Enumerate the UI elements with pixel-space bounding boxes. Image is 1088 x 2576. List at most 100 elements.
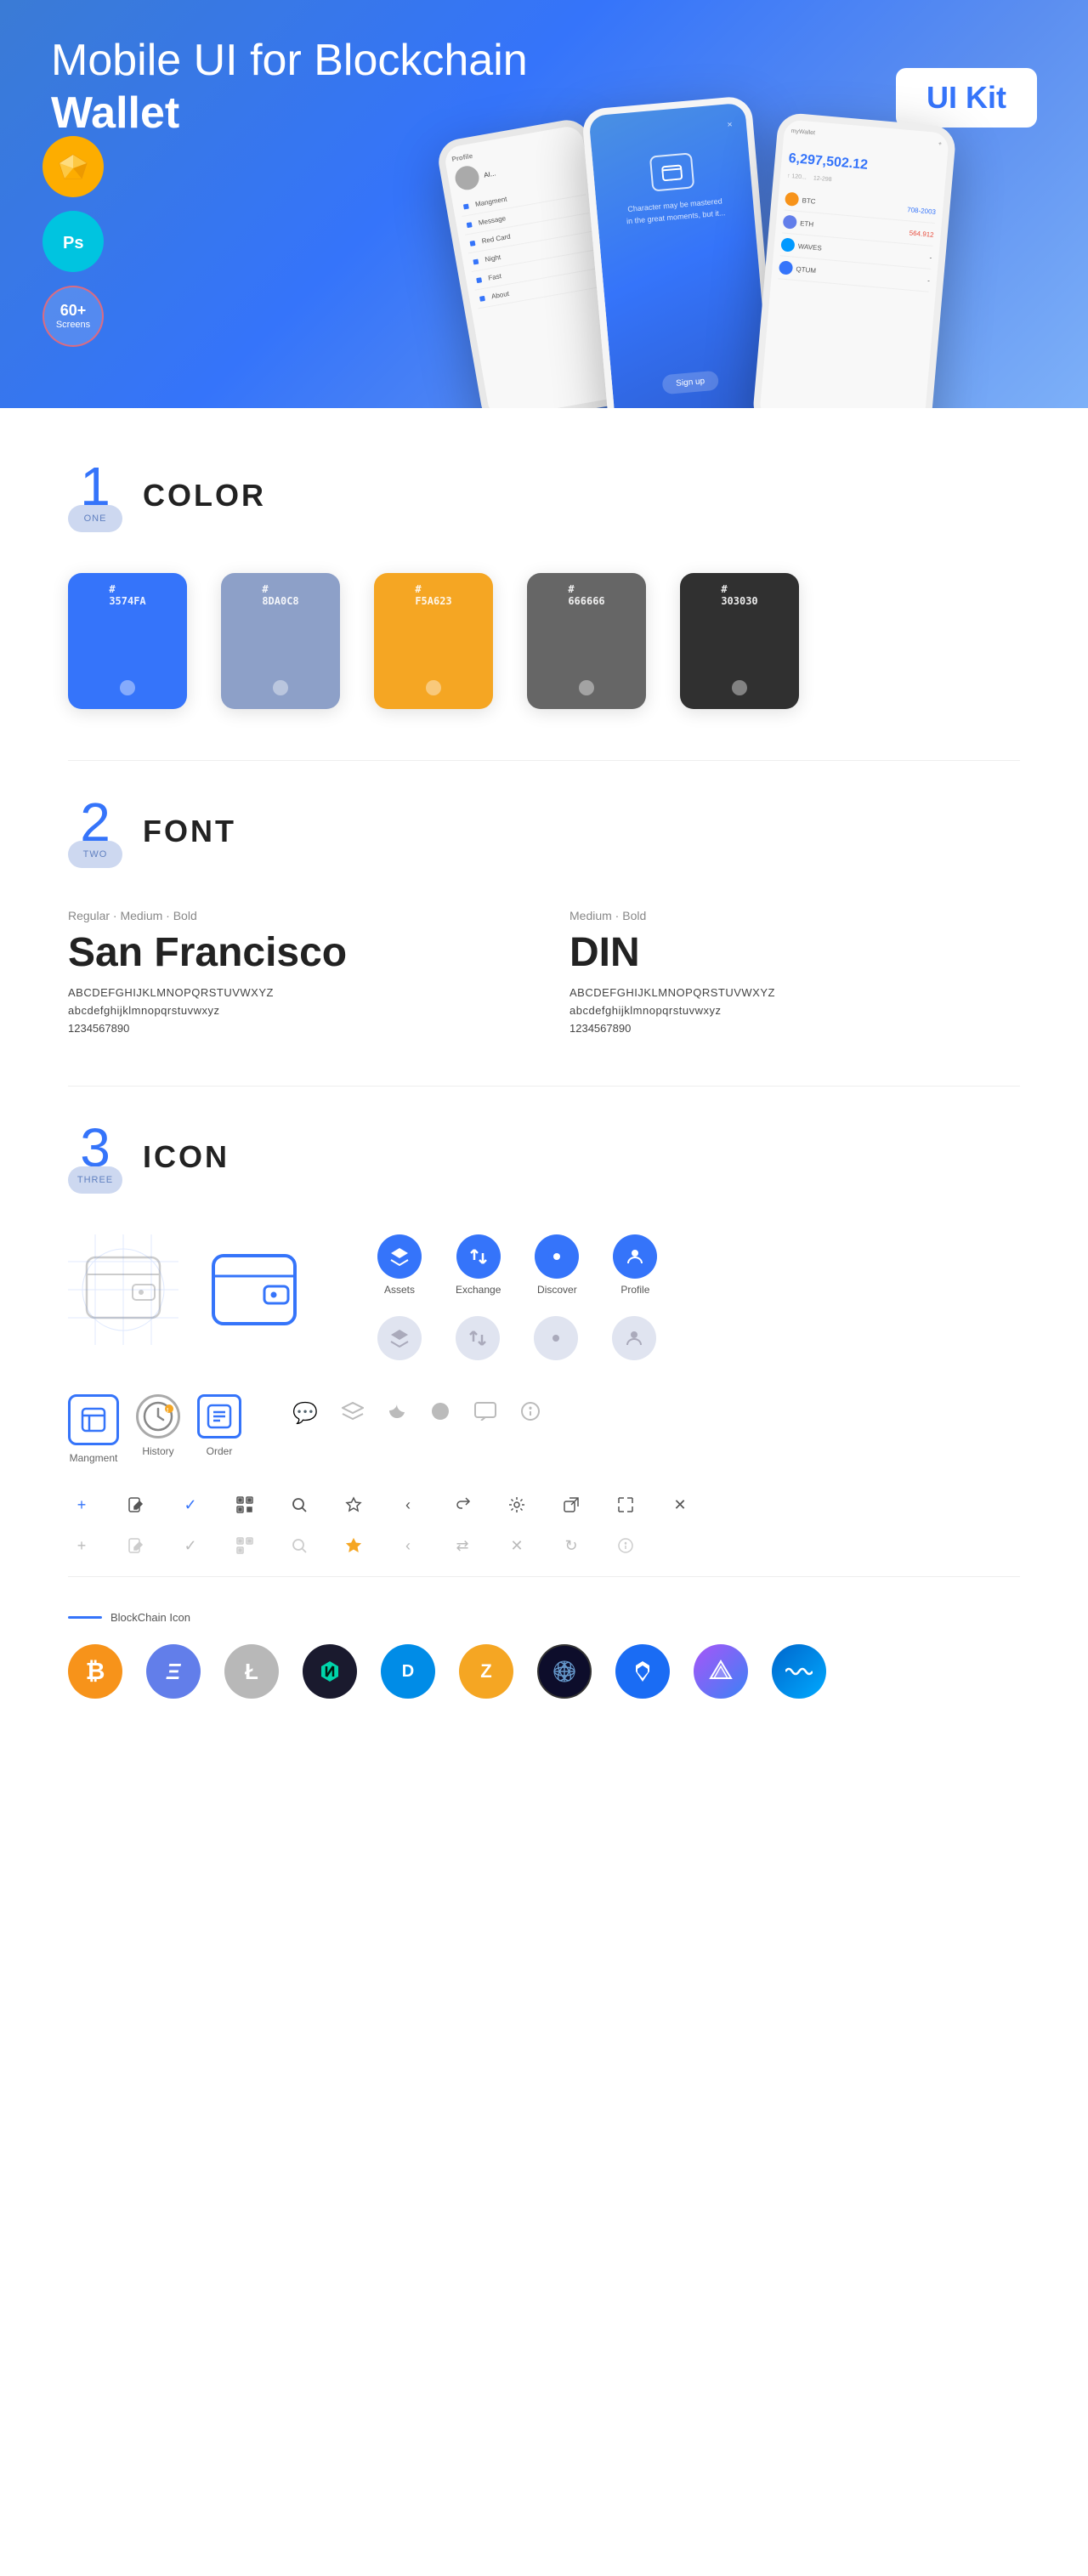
chat-icon: 💬: [292, 1401, 318, 1426]
search-icon-gray: [286, 1532, 313, 1559]
redo-icon-gray: ↻: [558, 1532, 585, 1559]
blockchain-line: [68, 1616, 102, 1619]
management-box: [68, 1394, 119, 1445]
qr-icon[interactable]: [231, 1491, 258, 1518]
star-icon[interactable]: [340, 1491, 367, 1518]
icon-wireframe-container: [68, 1234, 178, 1345]
color-swatch-amber[interactable]: #F5A623: [374, 573, 493, 709]
font-grid: Regular · Medium · Bold San Francisco AB…: [68, 909, 1020, 1035]
nav-icon-assets[interactable]: Assets: [377, 1234, 422, 1296]
nav-icon-exchange[interactable]: Exchange: [456, 1234, 501, 1296]
document-edit-icon[interactable]: [122, 1491, 150, 1518]
nav-icon-profile-gray: [612, 1316, 656, 1360]
discover-circle-gray: [534, 1316, 578, 1360]
icon-row-2: Mangment ! History: [68, 1394, 1020, 1464]
color-swatch-dark[interactable]: #303030: [680, 573, 799, 709]
order-box: [197, 1394, 241, 1438]
exchange-label: Exchange: [456, 1284, 501, 1296]
back-icon[interactable]: ‹: [394, 1491, 422, 1518]
management-label: Mangment: [70, 1452, 118, 1464]
circle-icon: [430, 1401, 450, 1426]
assets-label: Assets: [384, 1284, 415, 1296]
icon-small-row-2: + ✓: [68, 1532, 1020, 1559]
moon-icon: [388, 1401, 406, 1426]
font2-name: DIN: [570, 929, 1020, 976]
x-icon-gray: ✕: [503, 1532, 530, 1559]
icon-grid-top: Assets Exchange: [68, 1234, 1020, 1360]
settings-icon[interactable]: [503, 1491, 530, 1518]
font2-uppercase: ABCDEFGHIJKLMNOPQRSTUVWXYZ: [570, 986, 1020, 999]
search-icon[interactable]: [286, 1491, 313, 1518]
bitcoin-icon[interactable]: ₿: [68, 1644, 122, 1699]
expand-icon[interactable]: [612, 1491, 639, 1518]
assets-circle-gray: [377, 1316, 422, 1360]
plus-icon[interactable]: +: [68, 1491, 95, 1518]
phone-center: ✕ Character may be mastered in the great…: [581, 95, 779, 408]
sketch-badge: [42, 136, 104, 197]
nav-icon-discover[interactable]: Discover: [535, 1234, 579, 1296]
close-icon[interactable]: ✕: [666, 1491, 694, 1518]
discover-label: Discover: [537, 1284, 577, 1296]
profile-circle: [613, 1234, 657, 1279]
external-link-icon[interactable]: [558, 1491, 585, 1518]
waves-icon[interactable]: [772, 1644, 826, 1699]
icon-number-label: THREE: [68, 1166, 122, 1194]
icon-section-header: 3 THREE ICON: [68, 1121, 1020, 1194]
font2-lowercase: abcdefghijklmnopqrstuvwxyz: [570, 1004, 1020, 1017]
nav-icon-assets-gray: [377, 1316, 422, 1360]
color-number-label: ONE: [68, 505, 122, 532]
icon-management[interactable]: Mangment: [68, 1394, 119, 1464]
document-edit-icon-gray: [122, 1532, 150, 1559]
history-box: !: [136, 1394, 180, 1438]
dash-icon[interactable]: D: [381, 1644, 435, 1699]
hero-section: Mobile UI for Blockchain Wallet UI Kit P…: [0, 0, 1088, 408]
color-swatch-gray[interactable]: #666666: [527, 573, 646, 709]
svg-text:!: !: [167, 1408, 168, 1414]
font2-numbers: 1234567890: [570, 1022, 1020, 1035]
nav-icon-profile[interactable]: Profile: [613, 1234, 657, 1296]
screens-label: Screens: [56, 320, 90, 330]
color-swatch-blue[interactable]: #3574FA: [68, 573, 187, 709]
icon-order[interactable]: Order: [197, 1394, 241, 1457]
message-icon: [474, 1402, 496, 1425]
font-san-francisco: Regular · Medium · Bold San Francisco AB…: [68, 909, 518, 1035]
hero-title-bold: Wallet: [51, 88, 179, 138]
share-icon[interactable]: [449, 1491, 476, 1518]
font1-lowercase: abcdefghijklmnopqrstuvwxyz: [68, 1004, 518, 1017]
zcash-icon[interactable]: Z: [459, 1644, 513, 1699]
exchange-circle-gray: [456, 1316, 500, 1360]
font-section-title: FONT: [143, 814, 236, 849]
ps-badge: Ps: [42, 211, 104, 272]
ethereum-icon[interactable]: Ξ: [146, 1644, 201, 1699]
color-section-title: COLOR: [143, 478, 266, 513]
prism-icon[interactable]: [694, 1644, 748, 1699]
screens-badge: 60+ Screens: [42, 286, 104, 347]
font-section-number: 2 TWO: [68, 795, 122, 868]
svg-text:Ps: Ps: [63, 234, 83, 252]
font-section-header: 2 TWO FONT: [68, 795, 1020, 868]
litecoin-icon[interactable]: Ł: [224, 1644, 279, 1699]
nuls-icon[interactable]: [303, 1644, 357, 1699]
plus-icon-gray: +: [68, 1532, 95, 1559]
lisk-icon[interactable]: [615, 1644, 670, 1699]
font2-weights: Medium · Bold: [570, 909, 1020, 922]
nav-icon-discover-gray: [534, 1316, 578, 1360]
layers-icon: [342, 1402, 364, 1425]
phone-right: myWallet+ 6,297,502.12 ↑ 120...12-298 BT…: [751, 112, 956, 408]
order-label: Order: [207, 1445, 233, 1457]
color-section-header: 1 ONE COLOR: [68, 459, 1020, 532]
icon-nav-row-gray: [377, 1316, 657, 1360]
color-swatches: #3574FA #8DA0C8 #F5A623 #666666 #303030: [68, 573, 1020, 709]
icon-section-number: 3 THREE: [68, 1121, 122, 1194]
color-swatch-slate[interactable]: #8DA0C8: [221, 573, 340, 709]
qr-icon-gray: [231, 1532, 258, 1559]
screens-count: 60+: [60, 303, 87, 320]
grid-icon[interactable]: [537, 1644, 592, 1699]
wallet-filled-icon: [199, 1234, 309, 1345]
back-icon-gray: ‹: [394, 1532, 422, 1559]
icon-nav-group: Assets Exchange: [377, 1234, 657, 1360]
icon-design-area: [68, 1234, 309, 1345]
checkmark-icon[interactable]: ✓: [177, 1491, 204, 1518]
icon-history[interactable]: ! History: [136, 1394, 180, 1457]
info-icon: [520, 1401, 541, 1426]
